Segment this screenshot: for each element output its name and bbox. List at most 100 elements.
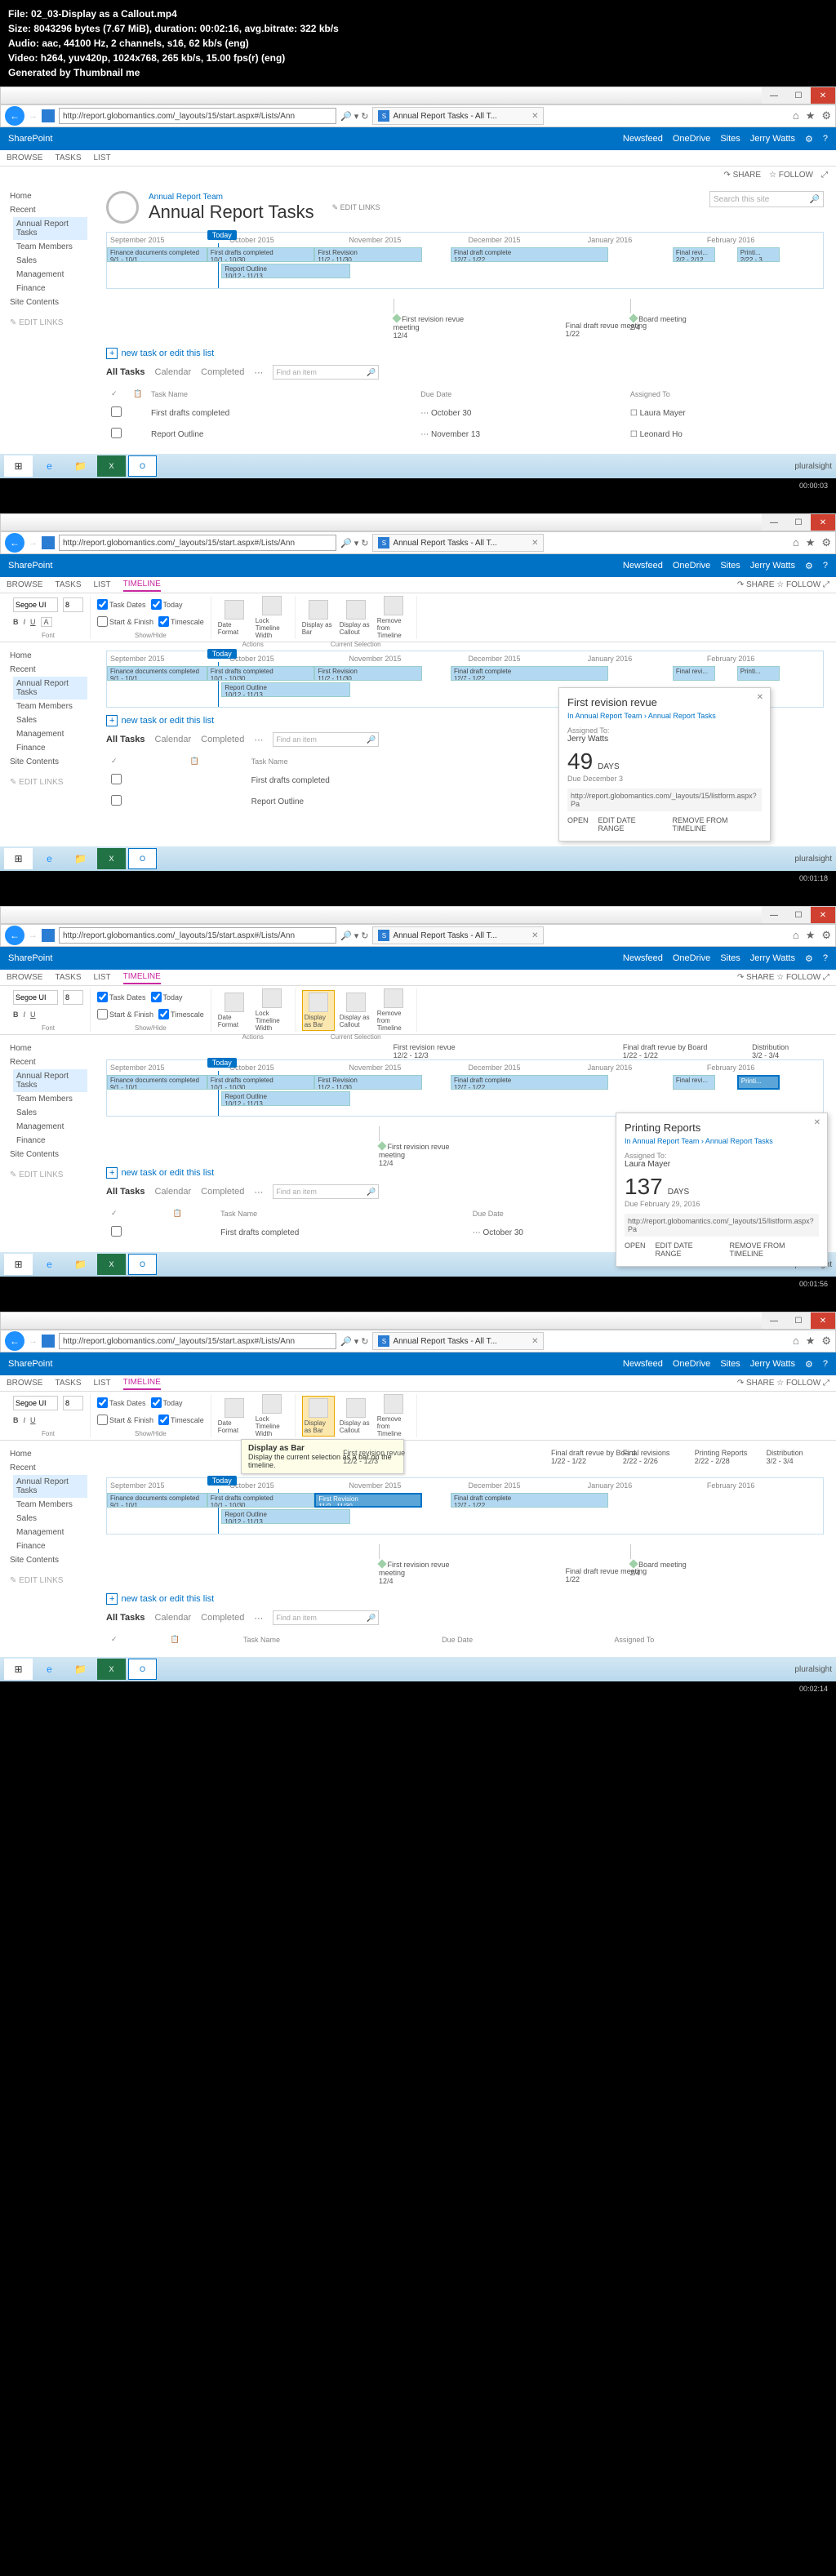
popup-close-icon[interactable]: ✕ <box>757 693 763 702</box>
bar-drafts[interactable]: First drafts completed10/1 - 10/30 <box>207 247 315 262</box>
frame-4: —☐✕ ←→ http://report.globomantics.com/_l… <box>0 1312 836 1681</box>
bar-final-draft[interactable]: Final draft complete12/7 - 1/22 <box>451 247 608 262</box>
display-callout-button[interactable]: Display as Callout <box>340 600 372 636</box>
onedrive-link[interactable]: OneDrive <box>673 134 710 144</box>
help-icon[interactable]: ? <box>823 134 828 144</box>
follow-icon[interactable]: ☆ FOLLOW <box>769 171 813 180</box>
meta-size: Size: 8043296 bytes (7.67 MiB), duration… <box>8 21 828 36</box>
view-calendar[interactable]: Calendar <box>155 367 192 377</box>
frame-3: —☐✕ ←→ http://report.globomantics.com/_l… <box>0 906 836 1277</box>
focus-icon[interactable]: ⤢ <box>821 171 828 180</box>
site-logo <box>106 191 139 224</box>
remove-timeline-button[interactable]: Remove from Timeline <box>377 596 410 639</box>
popup-remove-button[interactable]: REMOVE FROM TIMELINE <box>673 816 763 833</box>
popup-url[interactable]: http://report.globomantics.com/_layouts/… <box>567 788 762 811</box>
bar-final-rev[interactable]: Final revi...2/2 - 2/12 <box>673 247 716 262</box>
font-select[interactable] <box>13 597 58 612</box>
nav-sales[interactable]: Sales <box>13 254 87 268</box>
tab-tasks[interactable]: TASKS <box>55 152 81 164</box>
callout-top-dist[interactable]: Distribution3/2 - 3/4 <box>752 1043 789 1059</box>
meta-audio: Audio: aac, 44100 Hz, 2 channels, s16, 6… <box>8 36 828 51</box>
dropdown-icon[interactable]: ▾ <box>354 111 359 122</box>
popup-open-button[interactable]: OPEN <box>567 816 589 833</box>
new-task-link[interactable]: +new task or edit this list <box>106 349 824 358</box>
lock-width-button[interactable]: Lock Timeline Width <box>256 596 288 639</box>
popup-assignee: Jerry Watts <box>567 735 762 744</box>
display-bar-button[interactable]: Display as Bar <box>302 600 335 636</box>
bar-first-rev[interactable]: First Revision11/2 - 11/30 <box>314 247 422 262</box>
nav-home[interactable]: Home <box>7 189 87 203</box>
share-icon[interactable]: ↷ SHARE <box>723 171 761 180</box>
tab-browse[interactable]: BROWSE <box>7 152 42 164</box>
minimize-button[interactable]: — <box>762 87 786 104</box>
sharepoint-brand: SharePoint <box>8 134 52 144</box>
callout-first-rev[interactable]: First revision revuemeeting12/4 <box>394 297 465 340</box>
nav-finance[interactable]: Finance <box>13 282 87 295</box>
timestamp-2: 00:01:18 <box>0 871 836 886</box>
nav-site-contents[interactable]: Site Contents <box>7 295 87 309</box>
nav-annual-report-tasks[interactable]: Annual Report Tasks <box>13 217 87 240</box>
display-bar-button-highlighted[interactable]: Display as Bar <box>302 990 335 1031</box>
find-input[interactable]: Find an item🔎 <box>273 365 379 380</box>
excel-taskbar-button[interactable]: X <box>97 455 126 477</box>
tools-icon[interactable]: ⚙ <box>821 109 831 122</box>
timeline-view[interactable]: Today September 2015 October 2015 Novemb… <box>106 232 824 289</box>
outlook-taskbar-button[interactable]: O <box>128 455 157 477</box>
nav-edit-links[interactable]: ✎ EDIT LINKS <box>7 316 87 330</box>
tab-timeline[interactable]: TIMELINE <box>123 578 161 592</box>
edit-links-button[interactable]: ✎ EDIT LINKS <box>332 203 380 212</box>
task-callout-popup: ✕ First revision revue In Annual Report … <box>558 687 771 842</box>
view-completed[interactable]: Completed <box>201 367 244 377</box>
user-menu[interactable]: Jerry Watts <box>750 134 795 144</box>
url-controls: 🔎 ▾ ↻ <box>340 111 368 122</box>
newsfeed-link[interactable]: Newsfeed <box>623 134 663 144</box>
bar-print[interactable]: Printi...2/22 - 3 <box>737 247 780 262</box>
ie-taskbar-button[interactable]: e <box>35 455 64 477</box>
table-row[interactable]: First drafts completed⋯ October 30☐ Laur… <box>108 403 822 423</box>
back-button[interactable]: ← <box>5 106 24 126</box>
start-button[interactable]: ⊞ <box>4 455 33 477</box>
sidebar-nav: Home Recent Annual Report Tasks Team Mem… <box>0 183 94 454</box>
popup-breadcrumb[interactable]: In Annual Report Team › Annual Report Ta… <box>567 712 762 720</box>
share-bar: ↷ SHARE ☆ FOLLOW ⤢ <box>0 167 836 183</box>
sites-link[interactable]: Sites <box>720 134 740 144</box>
font-size-input[interactable] <box>63 597 83 612</box>
bar-print-selected[interactable]: Printi... <box>737 1075 780 1090</box>
tab-list[interactable]: LIST <box>94 152 111 164</box>
task-checkbox[interactable] <box>111 406 122 417</box>
maximize-button[interactable]: ☐ <box>786 87 811 104</box>
bar-finance[interactable]: Finance documents completed9/1 - 10/1 <box>107 247 207 262</box>
settings-icon[interactable]: ⚙ <box>805 134 813 144</box>
video-metadata: File: 02_03-Display as a Callout.mp4 Siz… <box>0 0 836 87</box>
favorites-icon[interactable]: ★ <box>806 109 816 122</box>
table-row[interactable]: Report Outline⋯ November 13☐ Leonard Ho <box>108 424 822 444</box>
popup-days-count: 49 <box>567 748 593 775</box>
refresh-icon[interactable]: ↻ <box>361 111 368 122</box>
callout-top-first-rev[interactable]: First revision revue12/2 - 12/3 <box>394 1043 456 1059</box>
forward-button[interactable]: → <box>29 111 38 121</box>
frame-2: —☐✕ ←→ http://report.globomantics.com/_l… <box>0 513 836 871</box>
callout-final-draft-revue[interactable]: Final draft revue meeting1/22 <box>566 322 647 338</box>
window-titlebar: — ☐ ✕ <box>0 87 836 104</box>
breadcrumb[interactable]: Annual Report Team <box>149 193 314 202</box>
close-button[interactable]: ✕ <box>811 87 835 104</box>
callout-top-final-draft[interactable]: Final draft revue by Board1/22 - 1/22 <box>623 1043 708 1059</box>
browser-tab[interactable]: S Annual Report Tasks - All T... ✕ <box>372 107 544 125</box>
search-input[interactable]: Search this site🔎 <box>709 191 824 207</box>
display-bar-button-hover[interactable]: Display as Bar <box>302 1396 335 1437</box>
bar-first-rev-selected[interactable]: First Revision11/2 - 11/30 <box>314 1493 422 1508</box>
popup-edit-button[interactable]: EDIT DATE RANGE <box>598 816 663 833</box>
nav-team-members[interactable]: Team Members <box>13 240 87 254</box>
search-icon[interactable]: 🔎 <box>340 111 352 122</box>
nav-recent[interactable]: Recent <box>7 203 87 217</box>
tab-close-icon[interactable]: ✕ <box>531 112 538 121</box>
view-all-tasks[interactable]: All Tasks <box>106 367 145 377</box>
date-format-button[interactable]: Date Format <box>218 600 251 636</box>
explorer-taskbar-button[interactable]: 📁 <box>66 455 95 477</box>
url-input[interactable]: http://report.globomantics.com/_layouts/… <box>59 108 336 124</box>
main-content: Search this site🔎 Annual Report Team Ann… <box>94 183 836 454</box>
bar-outline[interactable]: Report Outline10/12 - 11/13 <box>221 264 350 278</box>
task-checkbox[interactable] <box>111 428 122 438</box>
nav-management[interactable]: Management <box>13 268 87 282</box>
home-icon[interactable]: ⌂ <box>793 109 799 122</box>
